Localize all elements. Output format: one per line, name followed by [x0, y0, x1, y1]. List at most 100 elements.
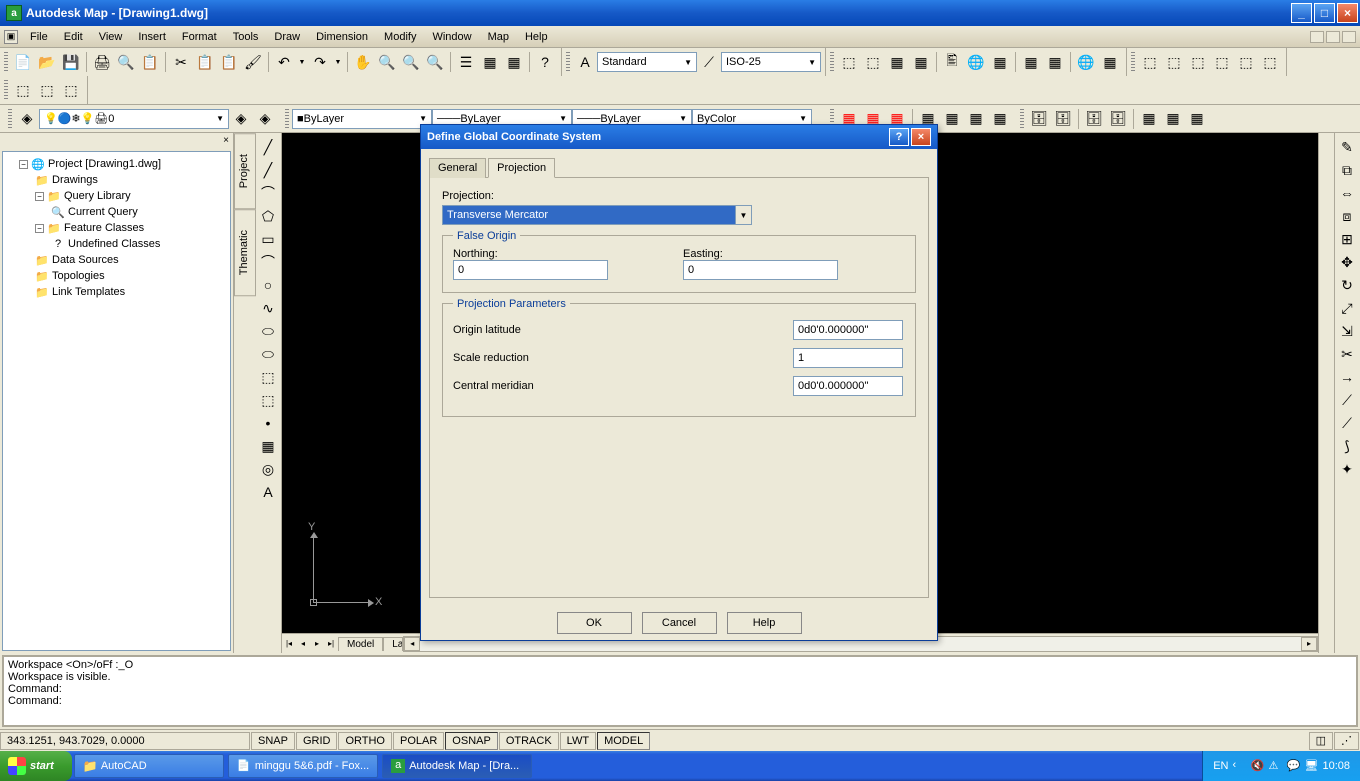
redo-dropdown-icon[interactable]: ▼: [333, 51, 343, 73]
map-tool-1-icon[interactable]: ⬚: [838, 51, 860, 73]
spline-icon[interactable]: ∿: [257, 297, 279, 319]
tab-layout1[interactable]: La: [383, 637, 403, 651]
ellipse-arc-icon[interactable]: ⬭: [257, 343, 279, 365]
db-7-icon[interactable]: ▦: [1186, 108, 1208, 130]
map-extra-5-icon[interactable]: ⬚: [1235, 51, 1257, 73]
trim-icon[interactable]: ✂: [1336, 343, 1358, 365]
erase-icon[interactable]: ✎: [1336, 136, 1358, 158]
map-tool-3-icon[interactable]: ▦: [886, 51, 908, 73]
rotate-icon[interactable]: ↻: [1336, 274, 1358, 296]
project-tree[interactable]: −🌐Project [Drawing1.dwg] 📁Drawings −📁Que…: [2, 151, 231, 651]
lang-indicator[interactable]: EN: [1213, 760, 1228, 772]
offset-icon[interactable]: ⧈: [1336, 205, 1358, 227]
arc-icon[interactable]: ⌒: [257, 251, 279, 273]
globe-icon[interactable]: 🌐: [1075, 51, 1097, 73]
northing-input[interactable]: [453, 260, 608, 280]
map-extra-4-icon[interactable]: ⬚: [1211, 51, 1233, 73]
projection-select[interactable]: Transverse Mercator ▼: [442, 205, 752, 225]
fillet-icon[interactable]: ⟆: [1336, 435, 1358, 457]
tree-link-templates[interactable]: 📁Link Templates: [7, 284, 226, 300]
ok-button[interactable]: OK: [557, 612, 632, 634]
menu-draw[interactable]: Draw: [266, 29, 308, 45]
explode-icon[interactable]: ✦: [1336, 458, 1358, 480]
tab-project[interactable]: Project: [234, 133, 256, 209]
map-extra-2-icon[interactable]: ⬚: [1163, 51, 1185, 73]
db-3-icon[interactable]: 🗄: [1083, 108, 1105, 130]
vscrollbar[interactable]: [1318, 133, 1334, 653]
map-tool-2-icon[interactable]: ⬚: [862, 51, 884, 73]
db-4-icon[interactable]: 🗄: [1107, 108, 1129, 130]
menu-view[interactable]: View: [91, 29, 131, 45]
xline-icon[interactable]: ╱: [257, 159, 279, 181]
coords-display[interactable]: 343.1251, 943.7029, 0.0000: [0, 732, 250, 750]
dialog-titlebar[interactable]: Define Global Coordinate System ? ×: [421, 125, 937, 149]
dialog-help-icon[interactable]: ?: [889, 128, 909, 146]
menu-modify[interactable]: Modify: [376, 29, 424, 45]
tray-icon[interactable]: 🔇: [1250, 759, 1264, 773]
match-icon[interactable]: 🖌: [242, 51, 264, 73]
map-tool-9-icon[interactable]: ▦: [1044, 51, 1066, 73]
print-icon[interactable]: 🖨: [91, 51, 113, 73]
dialog-close-icon[interactable]: ×: [911, 128, 931, 146]
array-icon[interactable]: ⊞: [1336, 228, 1358, 250]
maximize-button[interactable]: □: [1314, 3, 1335, 23]
insert-icon[interactable]: ⬚: [257, 366, 279, 388]
hatch-icon[interactable]: ▦: [257, 435, 279, 457]
toolbar-grip[interactable]: [8, 109, 12, 129]
command-window[interactable]: Workspace <On>/oFf :_O Workspace is visi…: [2, 655, 1358, 727]
zoom-icon[interactable]: 🔍: [376, 51, 398, 73]
map-tool-4-icon[interactable]: ▦: [910, 51, 932, 73]
toolbar-grip[interactable]: [566, 52, 570, 72]
menu-map[interactable]: Map: [480, 29, 517, 45]
redo-icon[interactable]: ↷: [309, 51, 331, 73]
pan-icon[interactable]: ✋: [352, 51, 374, 73]
toolbar-grip[interactable]: [4, 52, 8, 72]
dimstyle-select[interactable]: ISO-25▼: [721, 52, 821, 72]
break-icon[interactable]: ⟋: [1336, 389, 1358, 411]
polygon-icon[interactable]: ⬠: [257, 205, 279, 227]
minimize-button[interactable]: _: [1291, 3, 1312, 23]
model-toggle[interactable]: MODEL: [597, 732, 650, 750]
task-autocad[interactable]: 📁AutoCAD: [74, 754, 224, 778]
dropdown-arrow-icon[interactable]: ▼: [735, 206, 751, 224]
menu-file[interactable]: File: [22, 29, 56, 45]
tree-drawings[interactable]: 📁Drawings: [7, 172, 226, 188]
undo-icon[interactable]: ↶: [273, 51, 295, 73]
mdi-min-icon[interactable]: [1310, 31, 1324, 43]
tree-feature-classes[interactable]: −📁Feature Classes: [7, 220, 226, 236]
layer-states-icon[interactable]: ◈: [254, 108, 276, 130]
db-6-icon[interactable]: ▦: [1162, 108, 1184, 130]
print-preview-icon[interactable]: 🔍: [115, 51, 137, 73]
cancel-button[interactable]: Cancel: [642, 612, 717, 634]
tray-icon[interactable]: ⚠: [1268, 759, 1282, 773]
toolbar-grip[interactable]: [1131, 52, 1135, 72]
start-button[interactable]: start: [0, 751, 72, 781]
region-icon[interactable]: ◎: [257, 458, 279, 480]
origin-lat-input[interactable]: [793, 320, 903, 340]
menu-help[interactable]: Help: [517, 29, 556, 45]
mdi-close-icon[interactable]: [1342, 31, 1356, 43]
color-select[interactable]: ■ ByLayer▼: [292, 109, 432, 129]
dim-3-icon[interactable]: ⬚: [60, 79, 82, 101]
pline-icon[interactable]: ⌒: [257, 182, 279, 204]
tree-current-query[interactable]: 🔍Current Query: [7, 204, 226, 220]
toolbar-grip[interactable]: [1020, 109, 1024, 129]
help-icon[interactable]: ?: [534, 51, 556, 73]
tray-icon[interactable]: 🖥: [1304, 759, 1318, 773]
osnap-toggle[interactable]: OSNAP: [445, 732, 498, 750]
copy-obj-icon[interactable]: ⧉: [1336, 159, 1358, 181]
map-tool-5-icon[interactable]: 🖺: [941, 51, 963, 73]
stretch-icon[interactable]: ⇲: [1336, 320, 1358, 342]
tree-root[interactable]: −🌐Project [Drawing1.dwg]: [7, 156, 226, 172]
tray-icon[interactable]: ‹: [1232, 759, 1246, 773]
toolpalette-icon[interactable]: ▦: [503, 51, 525, 73]
toolbar-grip[interactable]: [285, 109, 289, 129]
task-autodesk-map[interactable]: aAutodesk Map - [Dra...: [382, 754, 532, 778]
mirror-icon[interactable]: ⇔: [1336, 182, 1358, 204]
scale-input[interactable]: [793, 348, 903, 368]
paste-icon[interactable]: 📋: [218, 51, 240, 73]
menu-dimension[interactable]: Dimension: [308, 29, 376, 45]
scale-icon[interactable]: ⤢: [1336, 297, 1358, 319]
map-extra-3-icon[interactable]: ⬚: [1187, 51, 1209, 73]
tab-last-icon[interactable]: ▸|: [324, 636, 338, 652]
